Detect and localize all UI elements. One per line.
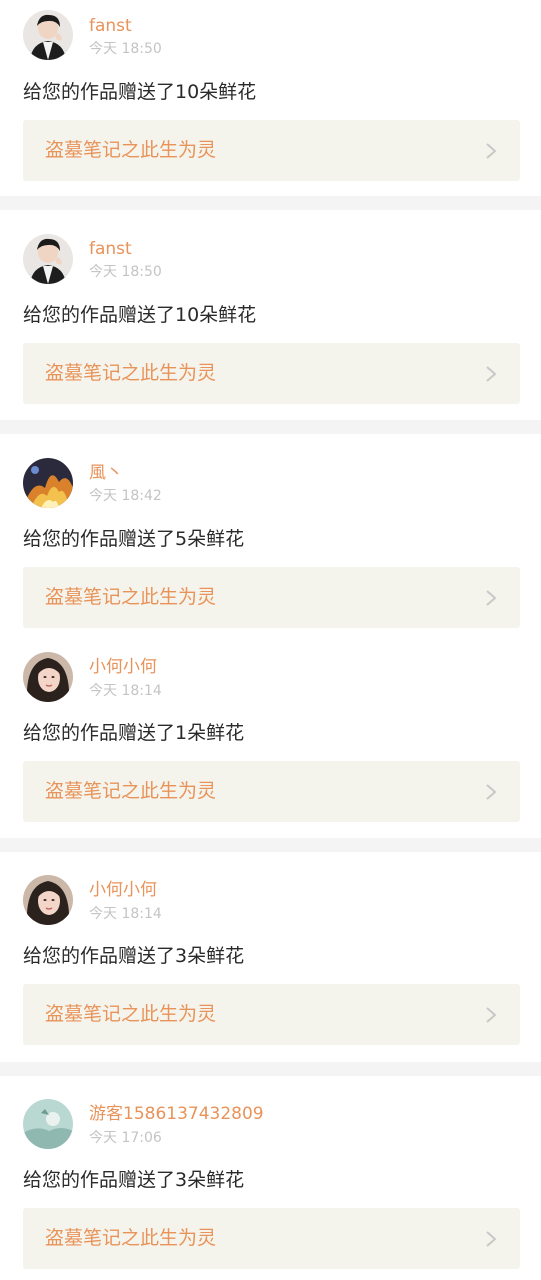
gift-message: 给您的作品赠送了3朵鲜花 <box>23 945 245 967</box>
work-link[interactable]: 盗墓笔记之此生为灵 <box>23 761 520 822</box>
notification-card: 小何小何 今天 18:14 给您的作品赠送了3朵鲜花 盗墓笔记之此生为灵 <box>0 852 541 1062</box>
notification-card: 小何小何 今天 18:14 给您的作品赠送了1朵鲜花 盗墓笔记之此生为灵 <box>0 642 541 838</box>
gift-message: 给您的作品赠送了10朵鲜花 <box>23 304 257 326</box>
timestamp: 今天 18:14 <box>89 683 162 699</box>
avatar[interactable] <box>23 652 73 702</box>
timestamp: 今天 18:50 <box>89 41 162 57</box>
work-title: 盗墓笔记之此生为灵 <box>45 1003 217 1025</box>
chevron-right-icon <box>486 1007 497 1023</box>
username[interactable]: 小何小何 <box>89 880 157 900</box>
gift-message: 给您的作品赠送了10朵鲜花 <box>23 81 257 103</box>
timestamp: 今天 17:06 <box>89 1130 162 1146</box>
chevron-right-icon <box>486 143 497 159</box>
timestamp: 今天 18:42 <box>89 488 162 504</box>
timestamp: 今天 18:50 <box>89 264 162 280</box>
notification-card: fanst 今天 18:50 给您的作品赠送了10朵鲜花 盗墓笔记之此生为灵 <box>0 210 541 420</box>
timestamp: 今天 18:14 <box>89 906 162 922</box>
chevron-right-icon <box>486 590 497 606</box>
gift-message: 给您的作品赠送了5朵鲜花 <box>23 528 245 550</box>
avatar[interactable] <box>23 234 73 284</box>
work-title: 盗墓笔记之此生为灵 <box>45 362 217 384</box>
work-link[interactable]: 盗墓笔记之此生为灵 <box>23 120 520 181</box>
username[interactable]: 風丶 <box>89 463 123 483</box>
work-link[interactable]: 盗墓笔记之此生为灵 <box>23 984 520 1045</box>
username[interactable]: fanst <box>89 239 132 259</box>
work-title: 盗墓笔记之此生为灵 <box>45 586 217 608</box>
username[interactable]: 游客1586137432809 <box>89 1104 264 1124</box>
gift-message: 给您的作品赠送了1朵鲜花 <box>23 722 245 744</box>
notification-card: fanst 今天 18:50 给您的作品赠送了10朵鲜花 盗墓笔记之此生为灵 <box>0 0 541 196</box>
username[interactable]: fanst <box>89 16 132 36</box>
chevron-right-icon <box>486 366 497 382</box>
gift-message: 给您的作品赠送了3朵鲜花 <box>23 1169 245 1191</box>
work-title: 盗墓笔记之此生为灵 <box>45 139 217 161</box>
avatar[interactable] <box>23 1099 73 1149</box>
username[interactable]: 小何小何 <box>89 657 157 677</box>
notification-card: 風丶 今天 18:42 给您的作品赠送了5朵鲜花 盗墓笔记之此生为灵 <box>0 434 541 642</box>
avatar[interactable] <box>23 10 73 60</box>
notification-feed: fanst 今天 18:50 给您的作品赠送了10朵鲜花 盗墓笔记之此生为灵 f… <box>0 0 541 1280</box>
work-title: 盗墓笔记之此生为灵 <box>45 1227 217 1249</box>
work-title: 盗墓笔记之此生为灵 <box>45 780 217 802</box>
notification-card: 游客1586137432809 今天 17:06 给您的作品赠送了3朵鲜花 盗墓… <box>0 1076 541 1280</box>
work-link[interactable]: 盗墓笔记之此生为灵 <box>23 343 520 404</box>
work-link[interactable]: 盗墓笔记之此生为灵 <box>23 1208 520 1269</box>
chevron-right-icon <box>486 1231 497 1247</box>
work-link[interactable]: 盗墓笔记之此生为灵 <box>23 567 520 628</box>
chevron-right-icon <box>486 784 497 800</box>
avatar[interactable] <box>23 875 73 925</box>
avatar[interactable] <box>23 458 73 508</box>
